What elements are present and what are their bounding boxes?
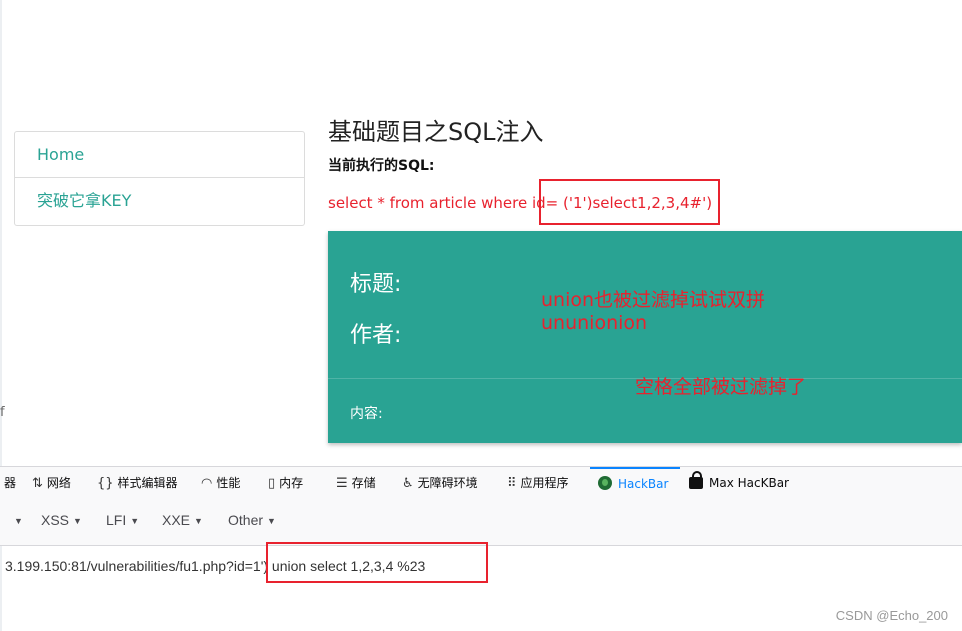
tab-hackbar[interactable]: HackBar <box>590 467 680 497</box>
devtools-toolbar: 器 ⇅ 网络 {} 样式编辑器 ◠ 性能 ▯ 内存 ☰ 存储 ♿ 无障碍环境 ⠿ 应用程序 H… <box>0 466 962 500</box>
accessibility-icon: ♿ <box>402 476 414 491</box>
sql-label: 当前执行的SQL: <box>328 158 435 174</box>
grid-icon: ⠿ <box>507 476 517 491</box>
tab-style-editor[interactable]: {} 样式编辑器 <box>97 467 178 499</box>
article-title-label: 标题: <box>350 272 402 297</box>
chevron-down-icon: ▼ <box>14 516 23 526</box>
sidebar-item-home[interactable]: Home <box>15 132 304 178</box>
url-highlight-box <box>266 542 488 583</box>
chevron-down-icon: ▼ <box>267 516 276 526</box>
page-title: 基础题目之SQL注入 <box>328 118 544 146</box>
chevron-down-icon: ▼ <box>194 516 203 526</box>
storage-icon: ☰ <box>336 476 348 491</box>
menu-xxe[interactable]: XXE ▼ <box>162 512 203 528</box>
menu-lfi[interactable]: LFI ▼ <box>106 512 139 528</box>
tab-application[interactable]: ⠿ 应用程序 <box>507 467 569 499</box>
sidebar-item-get-key[interactable]: 突破它拿KEY <box>15 178 304 224</box>
menu-caret[interactable]: ▼ <box>10 512 23 528</box>
network-icon: ⇅ <box>32 476 43 491</box>
article-author-label: 作者: <box>350 323 402 348</box>
annotation-double-union: ununionion <box>541 312 648 334</box>
edge-fragment: f <box>0 405 5 420</box>
menu-xss[interactable]: XSS ▼ <box>41 512 82 528</box>
tab-accessibility[interactable]: ♿ 无障碍环境 <box>402 467 478 499</box>
tab-network[interactable]: ⇅ 网络 <box>32 467 71 499</box>
tab-storage[interactable]: ☰ 存储 <box>336 467 376 499</box>
annotation-space-filtered: 空格全部被过滤掉了 <box>635 376 807 398</box>
chevron-down-icon: ▼ <box>130 516 140 526</box>
tab-memory[interactable]: ▯ 内存 <box>268 467 303 499</box>
url-prefix: 3.199.150:81/vulnerabilities/fu1.php?id= <box>5 558 253 574</box>
watermark: CSDN @Echo_200 <box>835 608 948 623</box>
tab-performance[interactable]: ◠ 性能 <box>201 467 240 499</box>
tab-inspector-fragment[interactable]: 器 <box>4 467 16 499</box>
hackbar-menu: ▼ XSS ▼ LFI ▼ XXE ▼ Other ▼ <box>0 499 962 546</box>
lock-icon <box>689 471 703 489</box>
gauge-icon: ◠ <box>201 476 213 491</box>
article-panel <box>328 231 962 443</box>
memory-icon: ▯ <box>268 476 276 491</box>
braces-icon: {} <box>97 476 114 491</box>
hackbar-icon <box>598 476 612 490</box>
tab-max-hackbar[interactable]: Max HacKBar <box>689 467 789 499</box>
annotation-union-filtered: union也被过滤掉试试双拼 <box>541 289 766 311</box>
chevron-down-icon: ▼ <box>73 516 82 526</box>
sql-highlight-box <box>539 179 720 225</box>
sidebar-nav: Home 突破它拿KEY <box>14 131 305 226</box>
article-content-label: 内容: <box>350 406 383 422</box>
sql-prefix: select * from article where <box>328 194 532 212</box>
menu-other[interactable]: Other ▼ <box>228 512 276 528</box>
